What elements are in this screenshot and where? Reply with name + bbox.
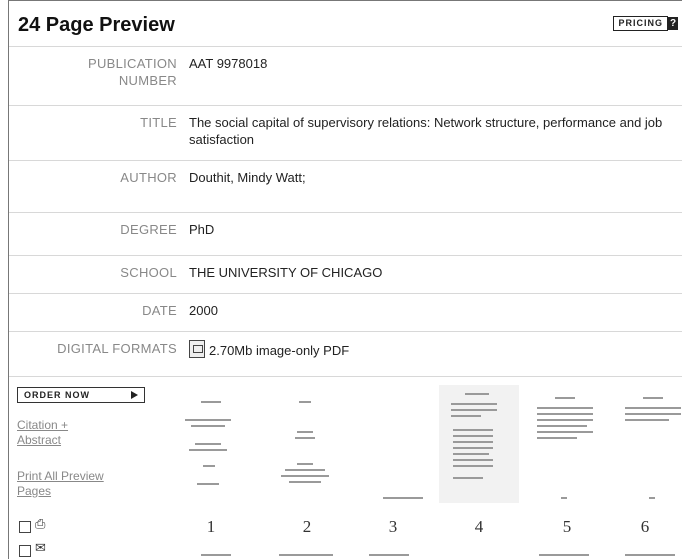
field-row-school: SCHOOL THE UNIVERSITY OF CHICAGO <box>9 255 682 292</box>
page-number: 5 <box>562 517 572 536</box>
print-checkbox[interactable] <box>19 521 31 533</box>
pricing-label: PRICING <box>613 16 668 31</box>
page-thumbnail-5[interactable] <box>527 389 607 507</box>
email-checkbox[interactable] <box>19 545 31 557</box>
print-icon[interactable]: ⎙ <box>35 517 45 531</box>
citation-abstract-link[interactable]: Citation + Abstract <box>17 418 97 448</box>
field-label: SCHOOL <box>120 265 177 280</box>
field-row-author: AUTHOR Douthit, Mindy Watt; <box>9 160 682 197</box>
page-number: 6 <box>640 517 650 536</box>
page-thumbnail-1[interactable] <box>171 389 251 507</box>
field-value: AAT 9978018 <box>189 56 268 71</box>
page-number: 1 <box>206 517 216 536</box>
field-label: PUBLICATION NUMBER <box>87 56 177 88</box>
preview-section: ORDER NOW Citation + Abstract Print All … <box>9 376 682 560</box>
field-label: DATE <box>142 303 177 318</box>
help-icon[interactable]: ? <box>668 17 678 30</box>
field-value: THE UNIVERSITY OF CHICAGO <box>189 265 383 280</box>
field-row-degree: DEGREE PhD <box>9 212 682 249</box>
field-label: TITLE <box>140 115 177 130</box>
field-value: 2.70Mb image-only PDF <box>189 340 679 359</box>
field-value: 2000 <box>189 303 218 318</box>
page-number: 2 <box>302 517 312 536</box>
next-row-thumbnail-hint <box>539 554 589 556</box>
field-row-title: TITLE The social capital of supervisory … <box>9 105 682 160</box>
page-thumbnail-3[interactable] <box>365 389 445 507</box>
page-number: 3 <box>388 517 398 536</box>
email-icon[interactable]: ✉ <box>35 541 46 555</box>
preview-header: 24 Page Preview PRICING ? <box>8 0 682 46</box>
next-row-thumbnail-hint <box>369 554 409 556</box>
page-title: 24 Page Preview <box>18 14 175 36</box>
pricing-button[interactable]: PRICING ? <box>613 16 678 31</box>
print-all-preview-pages-link[interactable]: Print All Preview Pages <box>17 469 135 499</box>
next-row-thumbnail-hint <box>279 554 333 556</box>
play-arrow-icon <box>131 391 138 399</box>
field-row-date: DATE 2000 <box>9 293 682 330</box>
field-value: The social capital of supervisory relati… <box>189 115 663 147</box>
field-label: DIGITAL FORMATS <box>57 341 177 356</box>
page-thumbnail-6[interactable] <box>615 389 682 507</box>
field-value: Douthit, Mindy Watt; <box>189 170 306 185</box>
page-thumbnail-2[interactable] <box>267 389 347 507</box>
order-now-button[interactable]: ORDER NOW <box>17 387 145 403</box>
field-value: PhD <box>189 222 215 237</box>
format-link[interactable]: 2.70Mb image-only PDF <box>209 343 349 358</box>
field-row-digital-formats: DIGITAL FORMATS 2.70Mb image-only PDF <box>9 331 682 376</box>
field-label: DEGREE <box>120 222 177 237</box>
next-row-thumbnail-hint <box>201 554 231 556</box>
field-row-publication-number: PUBLICATION NUMBER AAT 9978018 <box>9 46 682 105</box>
page-number: 4 <box>474 517 484 536</box>
page-thumbnail-4[interactable] <box>439 385 519 503</box>
pdf-icon[interactable] <box>189 340 205 358</box>
next-row-thumbnail-hint <box>625 554 675 556</box>
field-label: AUTHOR <box>120 170 177 185</box>
